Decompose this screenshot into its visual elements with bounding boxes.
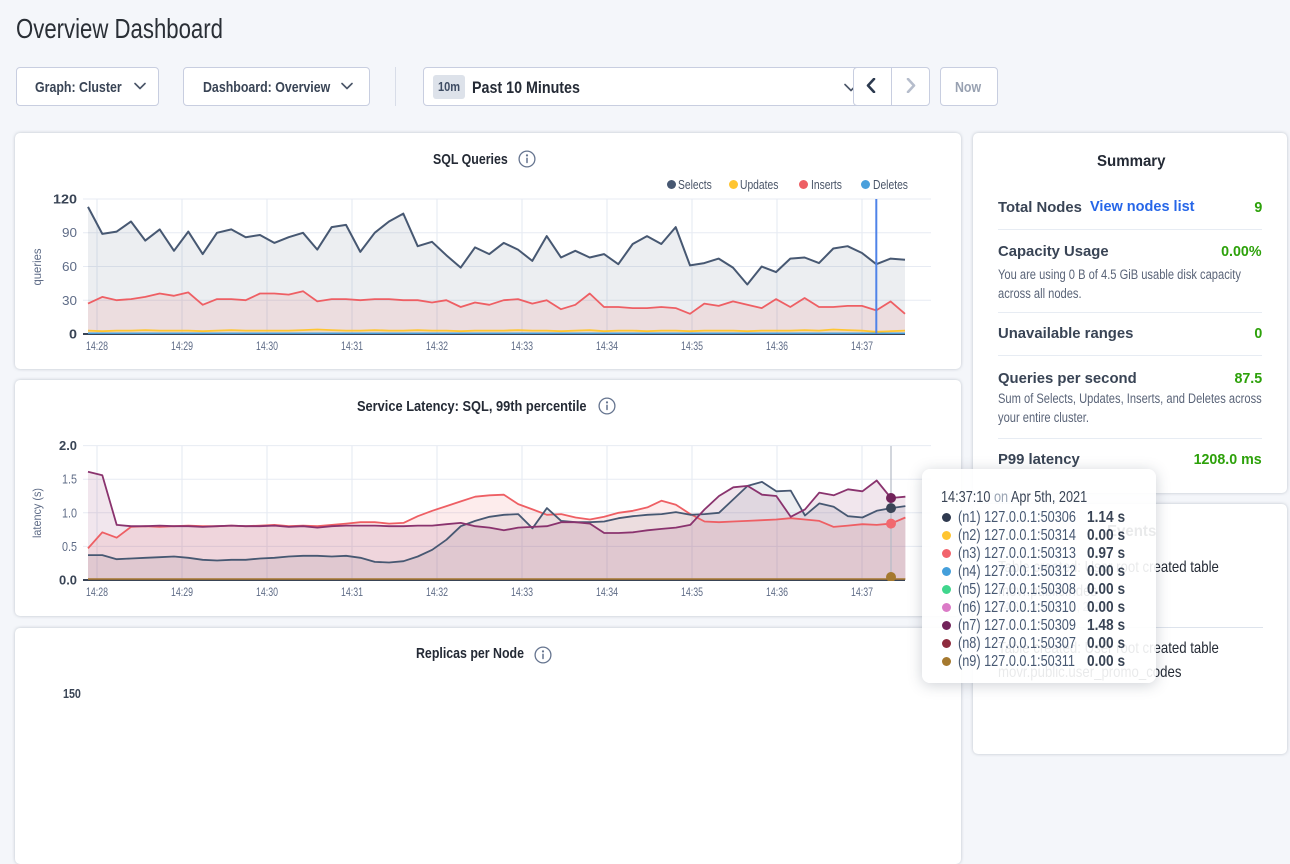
- svg-text:14:28: 14:28: [86, 585, 108, 599]
- svg-text:0.5: 0.5: [62, 540, 77, 554]
- svg-text:14:33: 14:33: [511, 585, 533, 599]
- svg-text:queries: queries: [30, 249, 44, 286]
- svg-text:14:30: 14:30: [256, 339, 278, 353]
- svg-text:14:35: 14:35: [681, 339, 703, 353]
- svg-text:14:29: 14:29: [171, 585, 193, 599]
- svg-text:30: 30: [62, 294, 77, 308]
- svg-text:2.0: 2.0: [59, 439, 77, 453]
- svg-text:14:30: 14:30: [256, 585, 278, 599]
- svg-text:14:37: 14:37: [851, 339, 873, 353]
- svg-text:90: 90: [62, 226, 77, 240]
- svg-text:0: 0: [69, 328, 77, 342]
- svg-text:14:28: 14:28: [86, 339, 108, 353]
- svg-text:60: 60: [62, 260, 77, 274]
- svg-text:14:31: 14:31: [341, 339, 363, 353]
- svg-text:14:34: 14:34: [596, 339, 618, 353]
- svg-text:14:31: 14:31: [341, 585, 363, 599]
- svg-text:0.0: 0.0: [59, 574, 77, 588]
- svg-text:14:35: 14:35: [681, 585, 703, 599]
- svg-text:14:32: 14:32: [426, 585, 448, 599]
- svg-text:14:36: 14:36: [766, 339, 788, 353]
- svg-text:14:32: 14:32: [426, 339, 448, 353]
- svg-text:1.0: 1.0: [62, 506, 77, 520]
- svg-text:14:33: 14:33: [511, 339, 533, 353]
- svg-text:14:36: 14:36: [766, 585, 788, 599]
- svg-text:1.5: 1.5: [62, 473, 77, 487]
- svg-text:120: 120: [53, 193, 77, 207]
- svg-text:14:29: 14:29: [171, 339, 193, 353]
- svg-text:14:37: 14:37: [851, 585, 873, 599]
- svg-text:14:34: 14:34: [596, 585, 618, 599]
- svg-text:latency (s): latency (s): [30, 488, 44, 538]
